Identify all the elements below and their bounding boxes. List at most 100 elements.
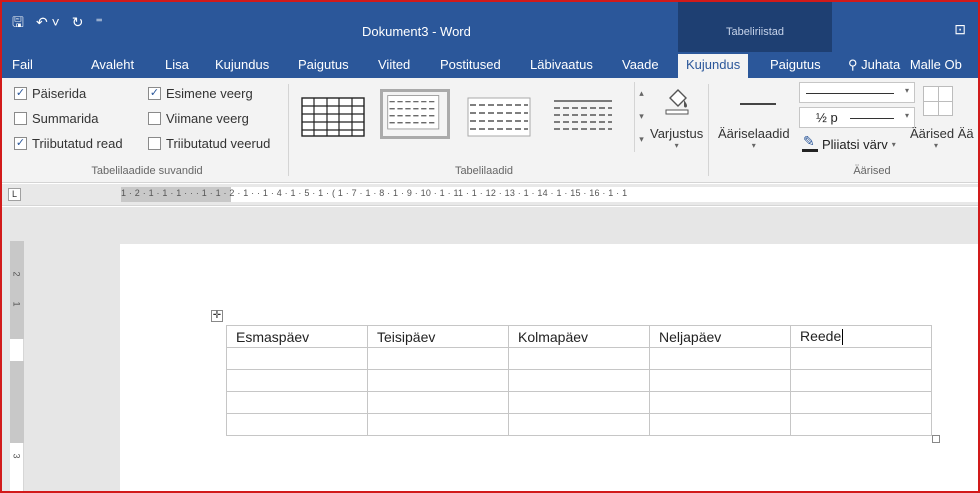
table-cell[interactable] [508, 347, 650, 370]
checkbox-icon[interactable] [14, 112, 27, 125]
tab-table-design[interactable]: Kujundus [678, 54, 749, 78]
vertical-ruler[interactable]: 2 1 3 [10, 241, 24, 493]
tab-insert[interactable]: Lisa [165, 57, 189, 73]
tab-design[interactable]: Kujundus [215, 57, 269, 73]
scroll-down-icon[interactable]: ▾ [635, 105, 648, 128]
chevron-down-icon: ▾ [751, 141, 756, 150]
save-icon[interactable]: 🖫 [12, 12, 24, 32]
table-grid-icon [301, 97, 365, 137]
borders-icon[interactable] [923, 86, 953, 116]
title-bar: 🖫 ↶ ˅ ↻ ⁼ Dokument3 - Word Tabeliriistad… [2, 2, 978, 52]
table-cell[interactable] [790, 369, 932, 392]
table-cell[interactable]: Neljapäev [649, 325, 791, 348]
border-styles-button[interactable]: Äärisel­aadid ▾ [718, 126, 790, 150]
table-banded-icon [467, 97, 531, 137]
pen-color-button[interactable]: Pliiatsi värv ▾ [802, 133, 896, 152]
table-cell-active[interactable]: Reede [790, 325, 932, 348]
table-row: Esmaspäev Teisipäev Kolmapäev Neljapäev … [226, 325, 932, 348]
borders-button[interactable]: Äärised Ää ▾ [910, 126, 974, 150]
table-cell[interactable] [367, 391, 509, 414]
option-banded-columns[interactable]: Triibutatud veerud [148, 136, 270, 151]
table-cell[interactable] [649, 347, 791, 370]
ruler-margin [10, 361, 24, 443]
tab-view[interactable]: Vaade [622, 57, 659, 73]
undo-icon[interactable]: ↶ ˅ [36, 12, 60, 32]
option-header-row[interactable]: ✓ Päiserida [14, 86, 86, 101]
gallery-scrollbar[interactable]: ▴ ▾ ▾ [634, 82, 648, 152]
option-total-row[interactable]: Summarida [14, 111, 98, 126]
option-first-column[interactable]: ✓ Esimene veerg [148, 86, 253, 101]
scroll-up-icon[interactable]: ▴ [635, 82, 648, 105]
table-cell[interactable]: Teisipäev [367, 325, 509, 348]
option-label: Esimene veerg [166, 86, 253, 101]
table-style-plain-lines[interactable] [548, 92, 618, 142]
table-resize-handle[interactable] [932, 435, 940, 443]
line-style-preview [806, 93, 894, 94]
cell-text: Reede [800, 327, 842, 344]
horizontal-ruler-row: L 1 · 2 · 1 · 1 · 1 · · · 1 · 1 · 2 · 1 … [2, 184, 978, 206]
gallery-more-icon[interactable]: ▾ [635, 128, 648, 151]
table-cell[interactable] [790, 413, 932, 436]
table-cell[interactable] [649, 413, 791, 436]
table-cell[interactable] [649, 391, 791, 414]
redo-icon[interactable]: ↻ [72, 12, 84, 32]
document-title: Dokument3 - Word [362, 24, 471, 39]
table-cell[interactable] [508, 391, 650, 414]
tab-file[interactable]: Fail [12, 57, 33, 73]
option-banded-rows[interactable]: ✓ Triibutatud read [14, 136, 123, 151]
customize-icon[interactable]: ⁼ [95, 12, 102, 32]
option-last-column[interactable]: Viimane veerg [148, 111, 249, 126]
group-label-style-options: Tabelilaadide suvandid [91, 165, 203, 177]
table-cell[interactable] [226, 413, 368, 436]
group-separator [708, 84, 709, 176]
tab-layout[interactable]: Paigutus [298, 57, 349, 73]
table-cell[interactable] [226, 391, 368, 414]
checkbox-checked-icon[interactable]: ✓ [14, 87, 27, 100]
shading-button[interactable]: Varjustus ▾ [650, 126, 703, 150]
tab-home[interactable]: Avaleht [91, 57, 134, 73]
checkbox-icon[interactable] [148, 137, 161, 150]
horizontal-ruler[interactable]: 1 · 2 · 1 · 1 · 1 · · · 1 · 1 · 2 · 1 · … [121, 187, 978, 202]
ribbon-tabs: Fail Avaleht Lisa Kujundus Paigutus Viit… [2, 52, 978, 78]
option-label: Viimane veerg [166, 111, 249, 126]
chevron-down-icon: ▾ [904, 111, 909, 120]
table-style-banded-light[interactable] [464, 92, 534, 142]
table-cell[interactable] [367, 369, 509, 392]
table-style-plain-grid[interactable] [298, 92, 368, 142]
table-cell[interactable] [367, 347, 509, 370]
paint-bucket-icon[interactable] [662, 86, 692, 116]
table-cell[interactable] [790, 391, 932, 414]
table-cell[interactable]: Kolmapäev [508, 325, 650, 348]
checkbox-icon[interactable] [148, 112, 161, 125]
table-cell[interactable]: Esmaspäev [226, 325, 368, 348]
table-cell[interactable] [367, 413, 509, 436]
option-label: Triibutatud read [32, 136, 123, 151]
table-styles-gallery [294, 82, 634, 152]
table-cell[interactable] [508, 413, 650, 436]
tab-table-layout[interactable]: Paigutus [770, 57, 821, 73]
chevron-down-icon: ▾ [934, 141, 939, 150]
table-cell[interactable] [226, 369, 368, 392]
tab-review[interactable]: Läbivaatus [530, 57, 593, 73]
table-cell[interactable] [649, 369, 791, 392]
tell-me-box[interactable]: ⚲ Juhata Malle Ob [848, 57, 962, 73]
border-line-icon [740, 103, 776, 105]
table-move-handle-icon[interactable]: ✛ [211, 310, 223, 322]
table-cell[interactable] [790, 347, 932, 370]
checkbox-checked-icon[interactable]: ✓ [14, 137, 27, 150]
ribbon: ✓ Päiserida ✓ Esimene veerg Summarida Vi… [2, 78, 978, 183]
ribbon-display-options-icon[interactable]: ⊡ [954, 21, 966, 38]
table-style-grid-selected[interactable] [380, 89, 450, 139]
line-weight-value: ½ p [816, 110, 838, 125]
tab-references[interactable]: Viited [378, 57, 410, 73]
checkbox-checked-icon[interactable]: ✓ [148, 87, 161, 100]
tab-selector[interactable]: L [8, 188, 21, 201]
line-weight-dropdown[interactable]: ½ p ▾ [799, 107, 915, 128]
user-name[interactable]: Malle Ob [910, 57, 962, 72]
tab-mailings[interactable]: Postitused [440, 57, 501, 73]
chevron-down-icon: ▾ [891, 139, 896, 149]
table-cell[interactable] [226, 347, 368, 370]
table-cell[interactable] [508, 369, 650, 392]
line-style-dropdown[interactable]: ▾ [799, 82, 915, 103]
ruler-tick: 2 [11, 271, 22, 277]
